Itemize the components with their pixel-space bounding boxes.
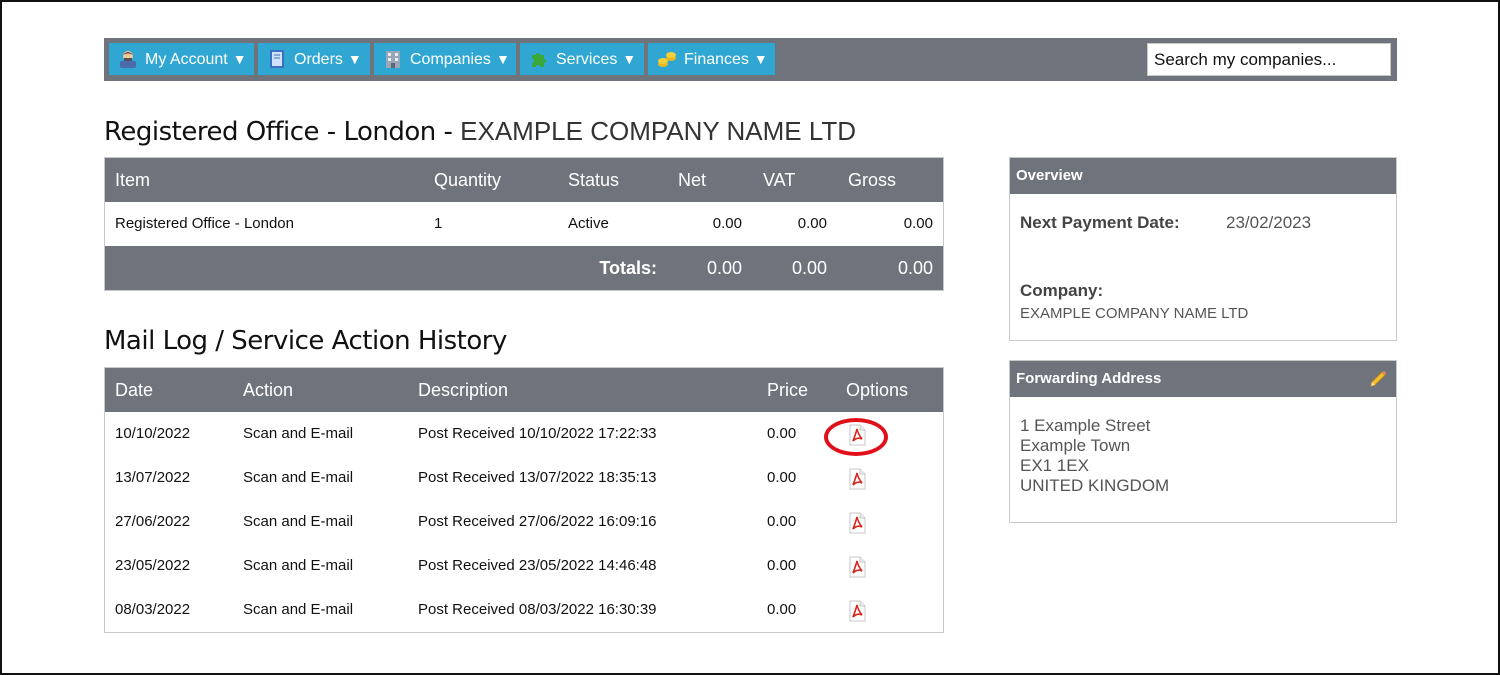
cell-price: 0.00 [767,425,797,442]
col-date: Date [115,380,154,400]
chevron-down-icon: ▼ [622,51,637,67]
cell-date: 10/10/2022 [115,425,191,442]
building-icon [386,51,400,68]
company-value: EXAMPLE COMPANY NAME LTD [1020,305,1249,322]
cell-action: Scan and E-mail [243,469,354,486]
nav-services[interactable]: Services ▼ [520,43,644,75]
cell-description: Post Received 13/07/2022 18:35:13 [418,469,657,486]
chevron-down-icon: ▼ [232,51,247,67]
next-payment-label: Next Payment Date: [1020,213,1180,232]
cell-price: 0.00 [767,601,797,618]
cell-description: Post Received 23/05/2022 14:46:48 [418,557,657,574]
book-icon [270,50,284,68]
mail-log-table: Date Action Description Price Options 10… [104,367,944,633]
totals-label: Totals: [599,258,657,278]
pdf-icon[interactable] [846,512,868,534]
address-line: 1 Example Street [1020,416,1151,435]
table-row: 27/06/2022 Scan and E-mail Post Received… [105,500,943,544]
col-quantity: Quantity [434,170,502,190]
cell-quantity: 1 [434,215,443,232]
table-row: 08/03/2022 Scan and E-mail Post Received… [105,588,943,632]
company-label: Company: [1020,281,1104,300]
overview-title: Overview [1010,158,1396,194]
col-action: Action [243,380,294,400]
address-line: UNITED KINGDOM [1020,476,1170,495]
col-gross: Gross [848,170,897,190]
nav-label: Services [556,51,618,68]
col-net: Net [678,170,707,190]
forwarding-address-panel: Forwarding Address 1 Example Street Exam… [1009,360,1397,523]
table-row: 13/07/2022 Scan and E-mail Post Received… [105,456,943,500]
cell-action: Scan and E-mail [243,557,354,574]
pdf-icon[interactable] [846,468,868,490]
nav-companies[interactable]: Companies ▼ [374,43,516,75]
address-line: EX1 1EX [1020,456,1089,475]
cell-gross: 0.00 [903,215,933,232]
total-net: 0.00 [706,258,742,278]
cell-item: Registered Office - London [115,215,294,232]
cell-action: Scan and E-mail [243,513,354,530]
pdf-icon[interactable] [846,556,868,578]
cell-price: 0.00 [767,557,797,574]
chevron-down-icon: ▼ [495,51,510,67]
cell-action: Scan and E-mail [243,601,354,618]
service-table: Item Quantity Status Net VAT Gross Regis… [104,157,944,291]
coins-icon [658,52,676,67]
forwarding-title: Forwarding Address [1016,370,1162,387]
table-row: 10/10/2022 Scan and E-mail Post Received… [105,412,943,456]
cell-date: 23/05/2022 [115,557,191,574]
nav-orders[interactable]: Orders ▼ [258,43,370,75]
col-options: Options [846,380,909,400]
cell-price: 0.00 [767,469,797,486]
search-input[interactable] [1147,43,1391,76]
chevron-down-icon: ▼ [753,51,768,67]
page-title: Registered Office - London - EXAMPLE COM… [104,116,856,147]
forwarding-header: Forwarding Address [1010,361,1396,397]
pdf-icon[interactable] [846,600,868,622]
cell-net: 0.00 [712,215,742,232]
company-name: EXAMPLE COMPANY NAME LTD [460,116,857,146]
cell-date: 08/03/2022 [115,601,191,618]
col-price: Price [767,380,809,400]
cell-price: 0.00 [767,513,797,530]
address-line: Example Town [1020,436,1131,455]
highlight-circle [824,418,888,456]
table-totals: Totals: 0.00 0.00 0.00 [105,246,943,290]
table-row: Registered Office - London 1 Active 0.00… [105,202,943,246]
nav-label: My Account [145,51,228,68]
nav-label: Orders [294,51,343,68]
cell-description: Post Received 08/03/2022 16:30:39 [418,601,657,618]
total-vat: 0.00 [791,258,827,278]
next-payment-value: 23/02/2023 [1226,213,1312,232]
mail-log-title: Mail Log / Service Action History [104,326,507,356]
top-nav-bar: My Account ▼ Orders ▼ Companies ▼ Services ▼ [104,38,1397,81]
cell-description: Post Received 27/06/2022 16:09:16 [418,513,657,530]
table-header: Date Action Description Price Options [105,368,943,412]
total-gross: 0.00 [897,258,933,278]
cell-description: Post Received 10/10/2022 17:22:33 [418,425,657,442]
user-icon [120,51,136,68]
nav-my-account[interactable]: My Account ▼ [109,43,254,75]
table-row: 23/05/2022 Scan and E-mail Post Received… [105,544,943,588]
nav-label: Finances [684,51,749,68]
table-header: Item Quantity Status Net VAT Gross [105,158,943,202]
pencil-icon[interactable] [1368,369,1388,389]
col-description: Description [418,380,509,400]
col-vat: VAT [763,170,796,190]
col-status: Status [568,170,620,190]
chevron-down-icon: ▼ [347,51,362,67]
nav-finances[interactable]: Finances ▼ [648,43,775,75]
cell-action: Scan and E-mail [243,425,354,442]
puzzle-icon [532,53,546,67]
service-title: Registered Office - London - [104,117,461,147]
cell-vat: 0.00 [797,215,827,232]
nav-label: Companies [410,51,491,68]
col-item: Item [115,170,151,190]
overview-panel: Overview Next Payment Date: 23/02/2023 C… [1009,157,1397,341]
address-block: 1 Example Street Example Town EX1 1EX UN… [1020,416,1169,496]
cell-date: 27/06/2022 [115,513,191,530]
cell-status: Active [568,215,609,232]
cell-date: 13/07/2022 [115,469,191,486]
